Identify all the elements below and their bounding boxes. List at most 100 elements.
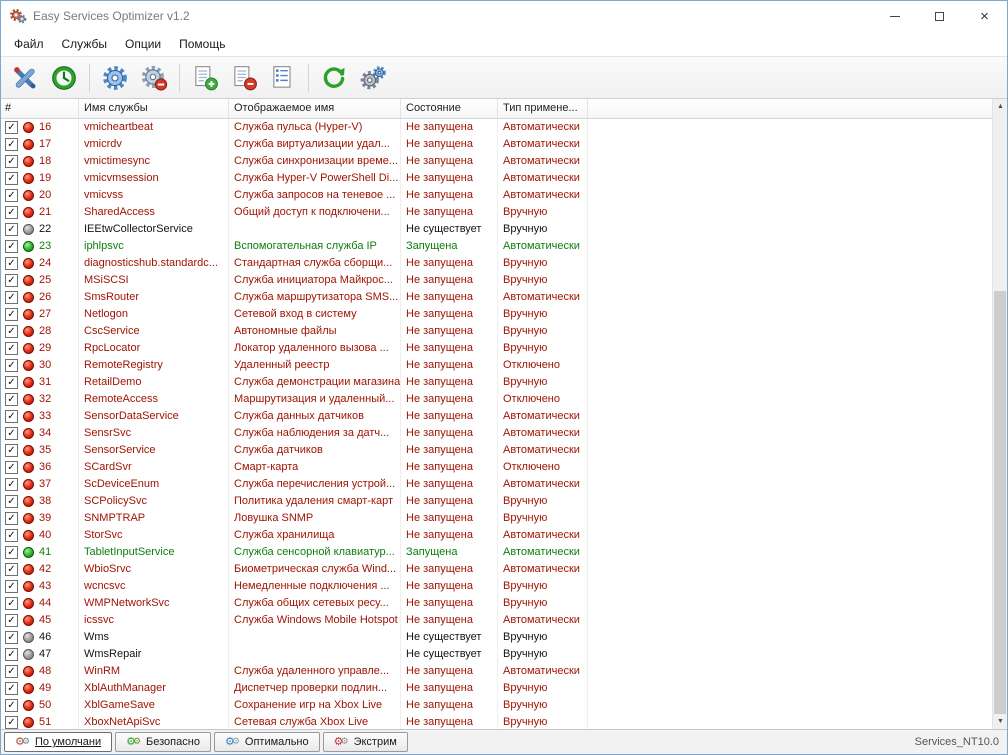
menu-services[interactable]: Службы (53, 34, 116, 54)
maximize-button[interactable] (917, 1, 962, 31)
table-row[interactable]: 45 icssvc Служба Windows Mobile Hotspot … (1, 612, 992, 629)
table-row[interactable]: 46 Wms Не существует Вручную (1, 629, 992, 646)
row-checkbox[interactable] (5, 138, 18, 151)
column-header-state[interactable]: Состояние (401, 99, 498, 118)
menu-options[interactable]: Опции (116, 34, 170, 54)
minimize-button[interactable] (872, 1, 917, 31)
timer-clock-icon[interactable] (46, 61, 82, 95)
tab-extreme-preset[interactable]: ⚙ ⚙ Экстрим (322, 732, 408, 752)
tab-default-preset[interactable]: ⚙ ⚙ По умолчани (4, 732, 113, 752)
row-checkbox[interactable] (5, 257, 18, 270)
table-row[interactable]: 43 wcncsvc Немедленные подключения ... Н… (1, 578, 992, 595)
row-checkbox[interactable] (5, 274, 18, 287)
row-checkbox[interactable] (5, 631, 18, 644)
table-row[interactable]: 41 TabletInputService Служба сенсорной к… (1, 544, 992, 561)
row-checkbox[interactable] (5, 495, 18, 508)
table-row[interactable]: 23 iphlpsvc Вспомогательная служба IP За… (1, 238, 992, 255)
row-checkbox[interactable] (5, 665, 18, 678)
row-checkbox[interactable] (5, 699, 18, 712)
table-row[interactable]: 20 vmicvss Служба запросов на теневое ..… (1, 187, 992, 204)
table-row[interactable]: 47 WmsRepair Не существует Вручную (1, 646, 992, 663)
table-row[interactable]: 19 vmicvmsession Служба Hyper-V PowerShe… (1, 170, 992, 187)
row-checkbox[interactable] (5, 393, 18, 406)
table-row[interactable]: 44 WMPNetworkSvc Служба общих сетевых ре… (1, 595, 992, 612)
row-checkbox[interactable] (5, 206, 18, 219)
column-header-display-name[interactable]: Отображаемое имя (229, 99, 401, 118)
table-row[interactable]: 36 SCardSvr Смарт-карта Не запущена Откл… (1, 459, 992, 476)
tab-safe-preset[interactable]: ⚙ ⚙ Безопасно (115, 732, 211, 752)
row-checkbox[interactable] (5, 155, 18, 168)
row-checkbox[interactable] (5, 563, 18, 576)
row-checkbox[interactable] (5, 427, 18, 440)
row-checkbox[interactable] (5, 121, 18, 134)
table-row[interactable]: 29 RpcLocator Локатор удаленного вызова … (1, 340, 992, 357)
table-row[interactable]: 27 Netlogon Сетевой вход в систему Не за… (1, 306, 992, 323)
scrollbar-thumb[interactable] (994, 291, 1006, 714)
vertical-scrollbar[interactable]: ▲ ▼ (992, 99, 1007, 729)
row-checkbox[interactable] (5, 529, 18, 542)
menu-help[interactable]: Помощь (170, 34, 234, 54)
table-row[interactable]: 21 SharedAccess Общий доступ к подключен… (1, 204, 992, 221)
row-checkbox[interactable] (5, 325, 18, 338)
column-header-number[interactable]: # (1, 99, 79, 118)
table-row[interactable]: 38 SCPolicySvc Политика удаления смарт-к… (1, 493, 992, 510)
row-checkbox[interactable] (5, 240, 18, 253)
table-row[interactable]: 49 XblAuthManager Диспетчер проверки под… (1, 680, 992, 697)
menu-file[interactable]: Файл (5, 34, 53, 54)
table-row[interactable]: 30 RemoteRegistry Удаленный реестр Не за… (1, 357, 992, 374)
row-checkbox[interactable] (5, 546, 18, 559)
row-checkbox[interactable] (5, 648, 18, 661)
remove-service-doc-icon[interactable] (226, 61, 262, 95)
row-checkbox[interactable] (5, 291, 18, 304)
table-row[interactable]: 35 SensorService Служба датчиков Не запу… (1, 442, 992, 459)
row-checkbox[interactable] (5, 376, 18, 389)
table-row[interactable]: 25 MSiSCSI Служба инициатора Майкрос... … (1, 272, 992, 289)
table-row[interactable]: 40 StorSvc Служба хранилища Не запущена … (1, 527, 992, 544)
scroll-up-icon[interactable]: ▲ (993, 99, 1007, 114)
row-checkbox[interactable] (5, 359, 18, 372)
table-row[interactable]: 16 vmicheartbeat Служба пульса (Hyper-V)… (1, 119, 992, 136)
row-checkbox[interactable] (5, 189, 18, 202)
table-row[interactable]: 33 SensorDataService Служба данных датчи… (1, 408, 992, 425)
row-checkbox[interactable] (5, 478, 18, 491)
add-service-doc-icon[interactable] (187, 61, 223, 95)
row-checkbox[interactable] (5, 512, 18, 525)
stop-services-gear-icon[interactable] (136, 61, 172, 95)
row-checkbox[interactable] (5, 342, 18, 355)
table-row[interactable]: 24 diagnosticshub.standardc... Стандартн… (1, 255, 992, 272)
column-header-startup-type[interactable]: Тип примене... (498, 99, 588, 118)
table-row[interactable]: 17 vmicrdv Служба виртуализации удал... … (1, 136, 992, 153)
table-row[interactable]: 48 WinRM Служба удаленного управле... Не… (1, 663, 992, 680)
row-checkbox[interactable] (5, 172, 18, 185)
table-row[interactable]: 18 vmictimesync Служба синхронизации вре… (1, 153, 992, 170)
table-row[interactable]: 34 SensrSvc Служба наблюдения за датч...… (1, 425, 992, 442)
optimize-tools-icon[interactable] (7, 61, 43, 95)
row-checkbox[interactable] (5, 716, 18, 729)
start-services-gear-icon[interactable] (97, 61, 133, 95)
row-checkbox[interactable] (5, 308, 18, 321)
row-checkbox[interactable] (5, 223, 18, 236)
settings-gears-icon[interactable] (355, 61, 391, 95)
services-list-doc-icon[interactable] (265, 61, 301, 95)
refresh-icon[interactable] (316, 61, 352, 95)
table-row[interactable]: 39 SNMPTRAP Ловушка SNMP Не запущена Вру… (1, 510, 992, 527)
table-row[interactable]: 50 XblGameSave Сохранение игр на Xbox Li… (1, 697, 992, 714)
table-row[interactable]: 31 RetailDemo Служба демонстрации магази… (1, 374, 992, 391)
table-row[interactable]: 22 IEEtwCollectorService Не существует В… (1, 221, 992, 238)
row-checkbox[interactable] (5, 444, 18, 457)
table-row[interactable]: 37 ScDeviceEnum Служба перечисления устр… (1, 476, 992, 493)
scroll-down-icon[interactable]: ▼ (993, 714, 1007, 729)
row-checkbox[interactable] (5, 614, 18, 627)
table-row[interactable]: 26 SmsRouter Служба маршрутизатора SMS..… (1, 289, 992, 306)
table-row[interactable]: 51 XboxNetApiSvc Сетевая служба Xbox Liv… (1, 714, 992, 729)
row-checkbox[interactable] (5, 597, 18, 610)
tab-optimal-preset[interactable]: ⚙ ⚙ Оптимально (213, 732, 320, 752)
column-header-service-name[interactable]: Имя службы (79, 99, 229, 118)
table-row[interactable]: 42 WbioSrvc Биометрическая служба Wind..… (1, 561, 992, 578)
row-checkbox[interactable] (5, 580, 18, 593)
table-row[interactable]: 32 RemoteAccess Маршрутизация и удаленны… (1, 391, 992, 408)
row-checkbox[interactable] (5, 682, 18, 695)
row-checkbox[interactable] (5, 461, 18, 474)
row-checkbox[interactable] (5, 410, 18, 423)
table-row[interactable]: 28 CscService Автономные файлы Не запуще… (1, 323, 992, 340)
